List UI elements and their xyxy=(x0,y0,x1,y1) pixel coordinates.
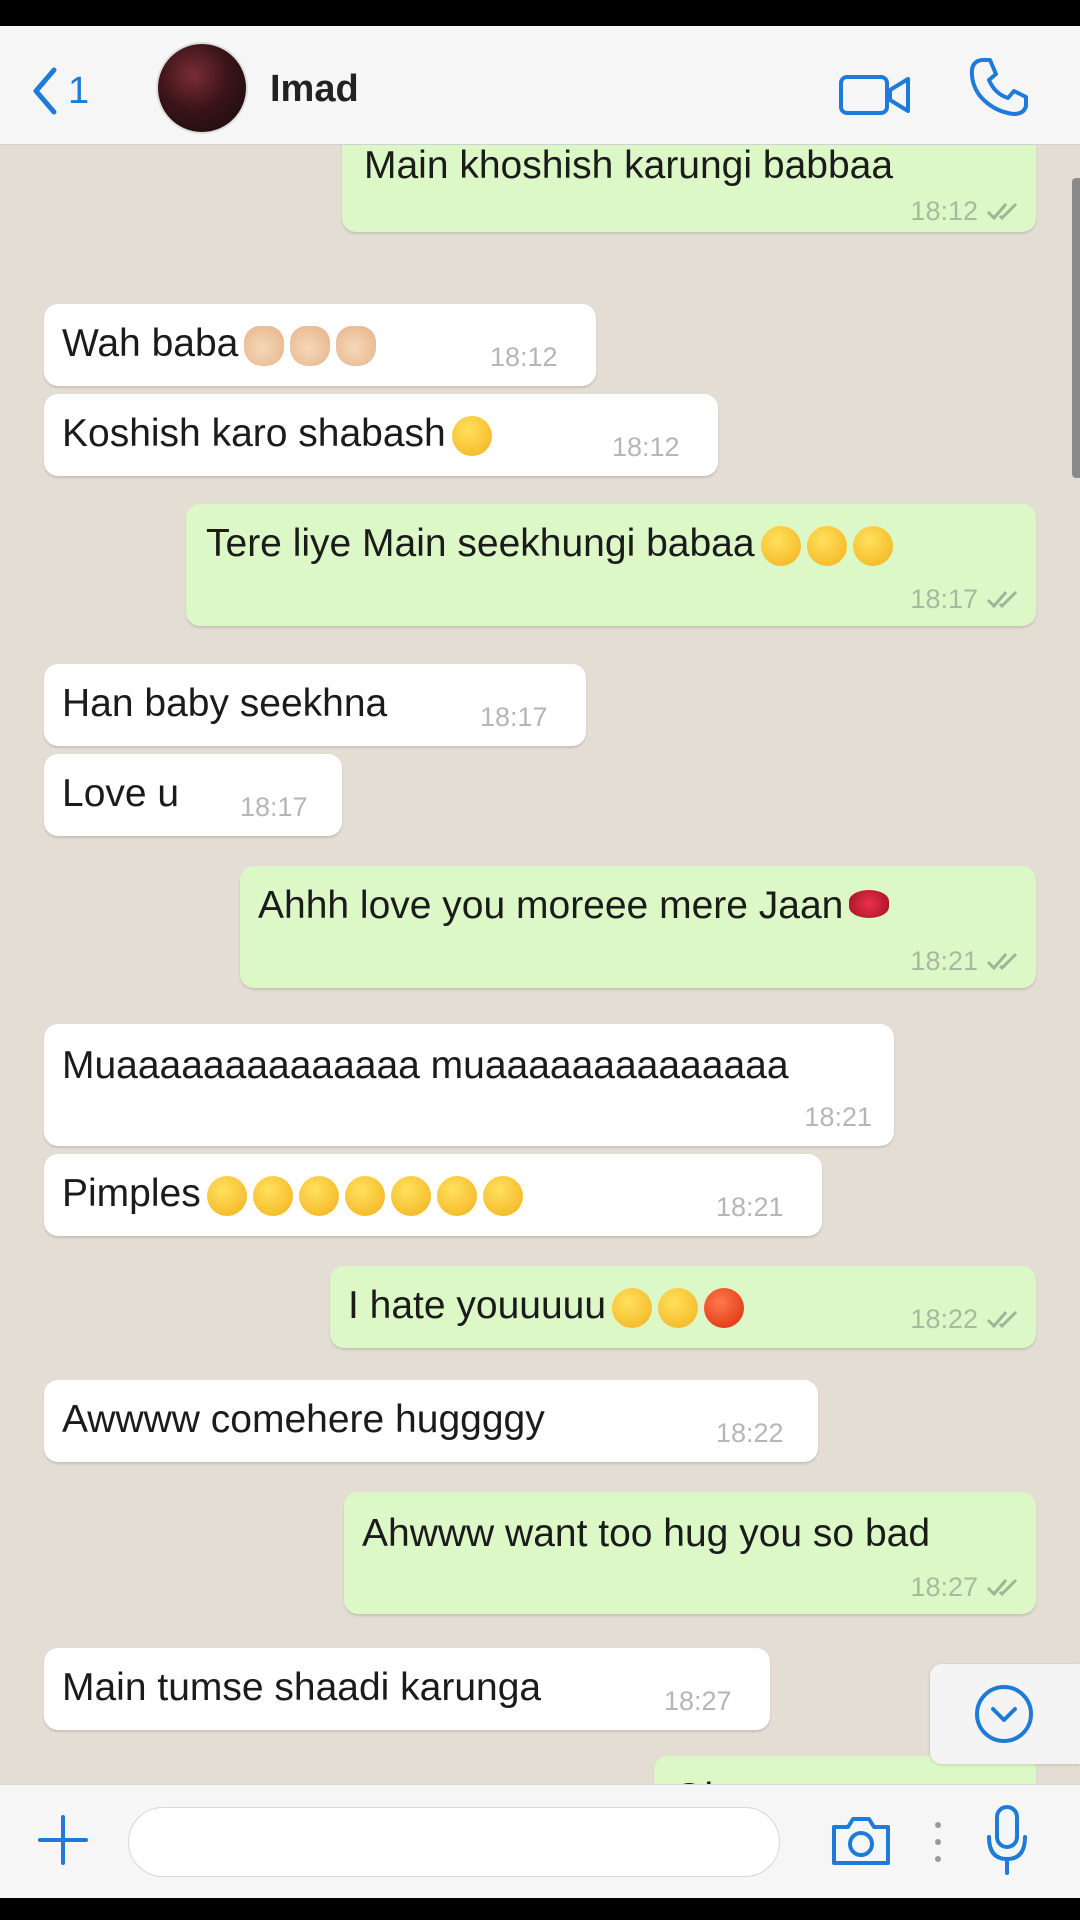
chat-screen: 1 Imad Main khoshish karungi babbaa 18:1… xyxy=(0,26,1080,1898)
back-chevron-icon xyxy=(33,67,57,115)
message-bubble-incoming[interactable]: Koshish karo shabash 18:12 xyxy=(44,394,718,476)
message-bubble-outgoing[interactable]: Main khoshish karungi babbaa 18:12 xyxy=(342,144,1036,232)
message-text: Awwww comehere huggggy xyxy=(62,1398,545,1441)
separator-dots xyxy=(935,1822,941,1862)
microphone-icon[interactable] xyxy=(984,1803,1030,1879)
back-button[interactable]: 1 xyxy=(30,66,89,116)
contact-name[interactable]: Imad xyxy=(270,68,359,111)
message-text: Koshish karo shabash xyxy=(62,412,492,456)
message-time: 18:22 xyxy=(716,1418,784,1448)
message-text: Ahhh love you moreee mere Jaan xyxy=(258,884,890,928)
message-time: 18:12 xyxy=(910,196,978,226)
face-blowing-kiss-emoji xyxy=(760,525,801,566)
hugging-face-emoji xyxy=(298,1175,339,1216)
message-time: 18:22 xyxy=(910,1304,978,1334)
edge-handle xyxy=(1072,178,1080,478)
message-bubble-outgoing[interactable]: Ahwww want too hug you so bad 18:27 xyxy=(344,1492,1036,1614)
message-time: 18:17 xyxy=(910,584,978,614)
hugging-face-emoji xyxy=(252,1175,293,1216)
message-text: I hate youuuuu xyxy=(348,1284,745,1328)
hugging-face-emoji xyxy=(206,1175,247,1216)
message-time: 18:17 xyxy=(240,792,308,822)
face-blowing-kiss-emoji xyxy=(451,415,492,456)
winking-face-emoji xyxy=(482,1175,523,1216)
message-text: Love u xyxy=(62,772,180,815)
message-text: Pimples xyxy=(62,1172,523,1216)
message-text: Muaaaaaaaaaaaaaa muaaaaaaaaaaaaaa xyxy=(62,1044,789,1087)
message-bubble-incoming[interactable]: Pimples 18:21 xyxy=(44,1154,822,1236)
message-input[interactable] xyxy=(128,1807,780,1877)
read-ticks-icon xyxy=(986,1310,1018,1329)
clapping-hands-emoji xyxy=(244,325,285,366)
message-time: 18:12 xyxy=(612,432,680,462)
read-ticks-icon xyxy=(986,202,1018,221)
plus-icon[interactable] xyxy=(34,1811,92,1869)
camera-icon[interactable] xyxy=(828,1813,894,1869)
clapping-hands-emoji xyxy=(336,325,377,366)
scroll-down-icon xyxy=(975,1685,1033,1743)
message-bubble-incoming[interactable]: Love u 18:17 xyxy=(44,754,342,836)
message-bubble-outgoing[interactable]: I hate youuuuu 18:22 xyxy=(330,1266,1036,1348)
unread-count: 1 xyxy=(68,69,90,112)
winking-face-emoji xyxy=(390,1175,431,1216)
read-ticks-icon xyxy=(986,952,1018,971)
message-time: 18:21 xyxy=(910,946,978,976)
avatar[interactable] xyxy=(156,42,248,134)
message-time: 18:21 xyxy=(804,1102,872,1132)
read-ticks-icon xyxy=(986,1578,1018,1597)
message-time: 18:12 xyxy=(490,342,558,372)
message-time: 18:21 xyxy=(716,1192,784,1222)
winking-face-emoji xyxy=(852,525,893,566)
kiss-mark-emoji xyxy=(849,889,890,918)
weary-face-emoji xyxy=(658,1287,699,1328)
clapping-hands-emoji xyxy=(290,325,331,366)
phone-icon[interactable] xyxy=(968,56,1030,118)
message-bubble-incoming[interactable]: Han baby seekhna 18:17 xyxy=(44,664,586,746)
chat-header: 1 Imad xyxy=(0,26,1080,145)
message-text: Wah baba xyxy=(62,322,377,366)
message-bubble-incoming[interactable]: Awwww comehere huggggy 18:22 xyxy=(44,1380,818,1462)
winking-face-emoji xyxy=(436,1175,477,1216)
weary-face-emoji xyxy=(612,1287,653,1328)
message-text: Tere liye Main seekhungi babaa xyxy=(206,522,893,566)
message-time: 18:27 xyxy=(910,1572,978,1602)
message-bubble-incoming[interactable]: Muaaaaaaaaaaaaaa muaaaaaaaaaaaaaa 18:21 xyxy=(44,1024,894,1146)
input-bar xyxy=(0,1784,1080,1898)
angry-face-emoji xyxy=(704,1287,745,1328)
scroll-to-bottom-button[interactable] xyxy=(930,1664,1080,1764)
message-bubble-incoming[interactable]: Wah baba 18:12 xyxy=(44,304,596,386)
message-time: 18:17 xyxy=(480,702,548,732)
video-call-icon[interactable] xyxy=(838,72,912,118)
message-list[interactable]: Main khoshish karungi babbaa 18:12 Wah b… xyxy=(0,144,1080,1814)
message-bubble-incoming[interactable]: Main tumse shaadi karunga 18:27 xyxy=(44,1648,770,1730)
read-ticks-icon xyxy=(986,590,1018,609)
message-text: Ahwww want too hug you so bad xyxy=(362,1512,931,1555)
message-text: Main khoshish karungi babbaa xyxy=(364,144,894,187)
message-bubble-outgoing[interactable]: Tere liye Main seekhungi babaa 18:17 xyxy=(186,504,1036,626)
winking-face-emoji xyxy=(806,525,847,566)
winking-face-emoji xyxy=(344,1175,385,1216)
message-text: Main tumse shaadi karunga xyxy=(62,1666,542,1709)
message-bubble-outgoing[interactable]: Ahhh love you moreee mere Jaan 18:21 xyxy=(240,866,1036,988)
message-text: Han baby seekhna xyxy=(62,682,388,725)
message-time: 18:27 xyxy=(664,1686,732,1716)
